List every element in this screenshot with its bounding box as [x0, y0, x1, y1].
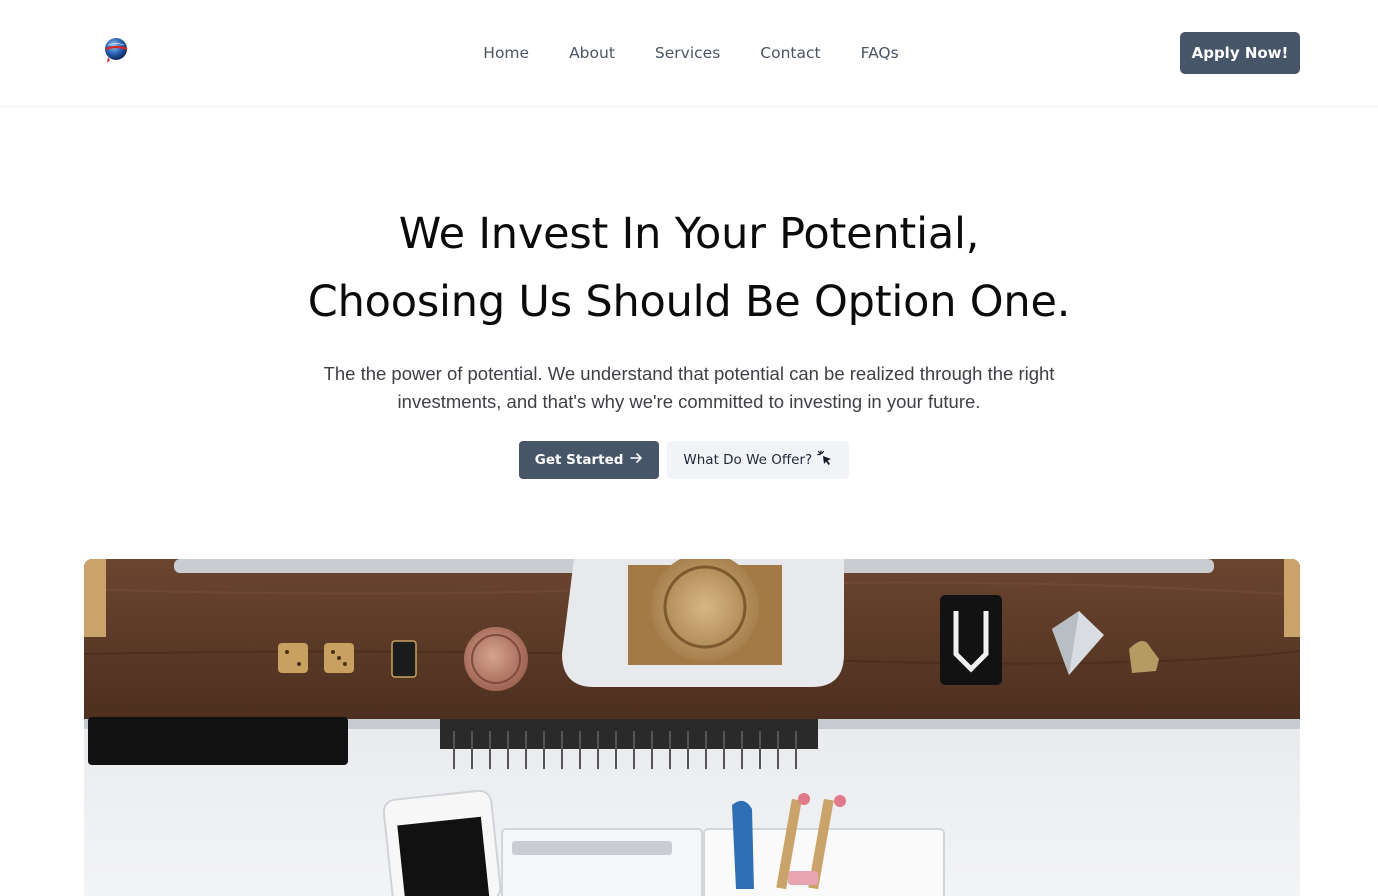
nav-about[interactable]: About — [569, 43, 615, 63]
apply-now-button[interactable]: Apply Now! — [1180, 32, 1300, 74]
nav-services[interactable]: Services — [655, 43, 720, 63]
get-started-button[interactable]: Get Started — [518, 441, 660, 479]
nav-faqs[interactable]: FAQs — [861, 43, 899, 63]
site-header: Home About Services Contact FAQs Apply N… — [0, 0, 1378, 107]
what-do-we-offer-button[interactable]: What Do We Offer? — [667, 441, 850, 479]
hero-title: We Invest In Your Potential, Choosing Us… — [0, 200, 1378, 336]
hero-title-line1: We Invest In Your Potential, — [398, 209, 980, 259]
nav-contact[interactable]: Contact — [760, 43, 820, 63]
arrow-right-icon — [629, 451, 643, 469]
cursor-click-icon — [817, 450, 833, 470]
get-started-label: Get Started — [534, 452, 624, 468]
hero-section: We Invest In Your Potential, Choosing Us… — [0, 200, 1378, 416]
nav-home[interactable]: Home — [483, 43, 529, 63]
main-nav: Home About Services Contact FAQs — [0, 43, 1378, 63]
desk-photo — [84, 559, 1300, 896]
hero-title-line2: Choosing Us Should Be Option One. — [307, 277, 1071, 327]
cta-row: Get Started What Do We Offer? — [0, 441, 1378, 479]
hero-description: The the power of potential. We understan… — [323, 363, 1055, 412]
what-do-we-offer-label: What Do We Offer? — [683, 452, 813, 468]
